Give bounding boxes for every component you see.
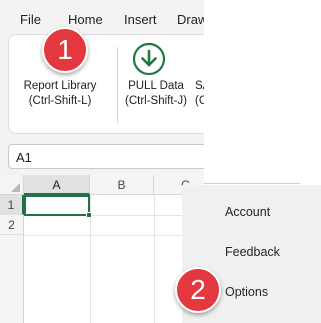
backstage-item-feedback[interactable]: Feedback [225, 245, 280, 259]
pull-data-label: PULL Data (Ctrl-Shift-J) [125, 80, 187, 107]
column-header-a[interactable]: A [24, 175, 90, 195]
backstage-divider [204, 183, 300, 184]
tab-draw[interactable]: Draw [177, 12, 204, 27]
worksheet-grid: A B C 1 2 [0, 175, 204, 323]
callout-badge-2: 2 [175, 267, 221, 313]
column-header-b[interactable]: B [90, 175, 154, 195]
active-cell-a1[interactable] [24, 195, 90, 216]
sa-label: SA (Ctr [195, 80, 204, 107]
tab-file[interactable]: File [20, 12, 41, 27]
name-box-value: A1 [16, 150, 32, 165]
tab-insert[interactable]: Insert [124, 12, 157, 27]
callout-badge-1: 1 [42, 27, 88, 73]
download-circle-icon [132, 42, 166, 76]
row-header-2[interactable]: 2 [0, 215, 24, 235]
report-library-label: Report Library (Ctrl-Shift-L) [23, 80, 97, 107]
column-header-row: A B C [0, 175, 204, 195]
fill-handle[interactable] [86, 212, 92, 218]
menu-bar: File Home Insert Draw [0, 0, 204, 34]
backstage-item-account[interactable]: Account [225, 205, 270, 219]
excel-window: File Home Insert Draw Report Library (Ct… [0, 0, 204, 323]
name-box[interactable]: A1 [8, 144, 204, 169]
ribbon: Report Library (Ctrl-Shift-L) PULL Data … [8, 34, 204, 134]
row-header-1[interactable]: 1 [0, 195, 24, 215]
sa-button[interactable]: SA (Ctr [195, 35, 204, 135]
select-all-corner[interactable] [0, 175, 24, 195]
row-header-filler [0, 235, 24, 323]
tab-home[interactable]: Home [68, 12, 103, 27]
backstage-item-options[interactable]: Options [225, 285, 268, 299]
